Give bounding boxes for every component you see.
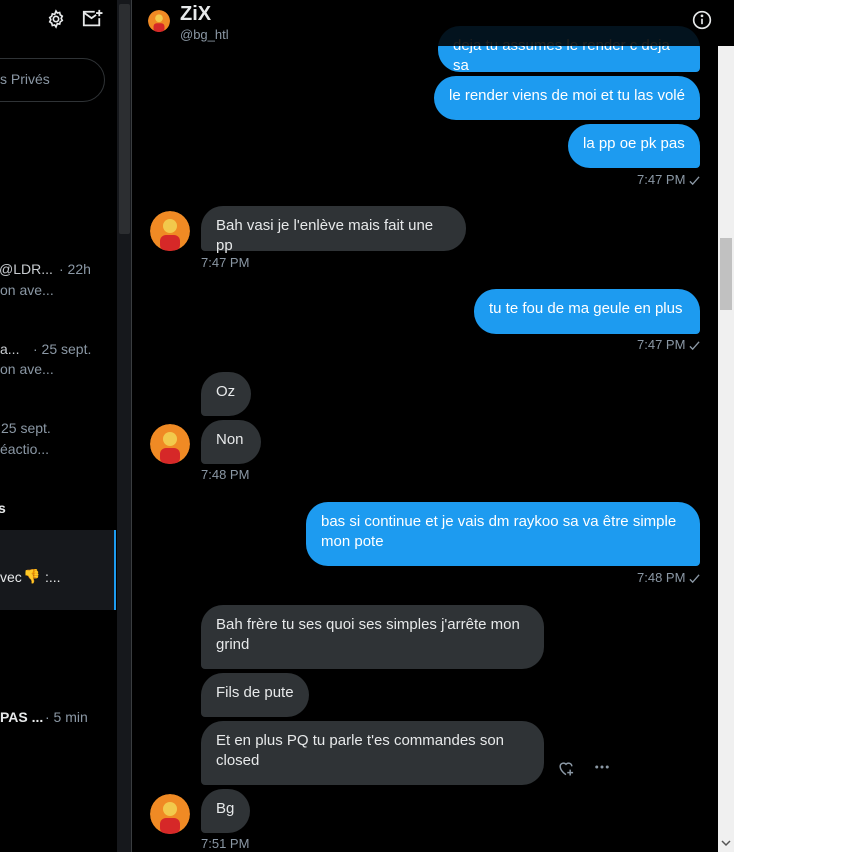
list-item-time: · 22h — [59, 261, 91, 277]
message-timestamp: 7:51 PM — [201, 836, 250, 851]
message-text: le render viens de moi et tu las volé — [449, 87, 685, 104]
check-icon — [689, 176, 701, 186]
check-icon — [689, 341, 701, 351]
list-item-preview-name[interactable]: PAS ... — [0, 708, 43, 726]
scroll-down-arrow-icon[interactable] — [719, 836, 733, 850]
list-item-snippet[interactable]: on ave... — [0, 360, 54, 378]
list-item-snippet[interactable]: on ave... — [0, 281, 54, 299]
sent-message-bubble[interactable]: la pp oe pk pas — [568, 124, 700, 168]
avatar[interactable] — [150, 794, 190, 834]
received-message-bubble[interactable]: Bg — [201, 789, 250, 833]
message-text: la pp oe pk pas — [583, 135, 685, 152]
list-item-time: · 25 sept. — [33, 341, 92, 357]
message-timestamp: 7:48 PM — [201, 467, 250, 482]
like-add-icon[interactable] — [556, 758, 576, 778]
conversation-scrollbar-thumb[interactable] — [720, 238, 732, 310]
list-item-preview-name[interactable]: a... — [0, 340, 19, 358]
header-extension — [718, 0, 734, 46]
left-scrollbar-thumb[interactable] — [119, 4, 130, 234]
conversation-panel: ZiX @bg_htl deja tu assumes le render c … — [132, 0, 718, 852]
message-text: Bah frère tu ses quoi ses simples j'arrê… — [216, 616, 520, 653]
selected-snippet: vec — [0, 569, 22, 585]
received-message-bubble[interactable]: Bah vasi je l'enlève mais fait une pp — [201, 206, 466, 254]
message-timestamp: 7:48 PM — [637, 570, 701, 585]
message-text: Oz — [216, 383, 236, 400]
message-text: Bah vasi je l'enlève mais fait une pp — [216, 217, 434, 254]
message-text: Non — [216, 431, 244, 448]
sent-message-bubble[interactable]: tu te fou de ma geule en plus — [474, 289, 700, 334]
avatar[interactable] — [150, 211, 190, 251]
conversation-list-panel: s Privés @LDR... · 22h on ave... a... · … — [0, 0, 117, 852]
more-icon[interactable] — [593, 758, 611, 776]
gear-icon[interactable] — [46, 9, 66, 29]
check-icon — [689, 574, 701, 584]
sent-message-bubble[interactable]: le render viens de moi et tu las volé — [434, 76, 700, 120]
avatar[interactable] — [150, 424, 190, 464]
message-timestamp: 7:47 PM — [637, 337, 701, 352]
message-timestamp: 7:47 PM — [201, 255, 250, 270]
message-text: bas si continue et je vais dm raykoo sa … — [321, 513, 677, 550]
received-message-bubble[interactable]: Et en plus PQ tu parle t'es commandes so… — [201, 721, 544, 785]
message-text: tu te fou de ma geule en plus — [489, 300, 683, 317]
info-icon[interactable] — [692, 10, 712, 30]
list-item-preview-name[interactable]: @LDR... — [0, 260, 53, 278]
conversation-header: ZiX @bg_htl — [132, 0, 718, 46]
selected-indicator — [114, 530, 116, 610]
search-placeholder: s Privés — [0, 71, 50, 87]
list-item-snippet[interactable]: éactio... — [0, 440, 49, 458]
message-text: Et en plus PQ tu parle t'es commandes so… — [216, 732, 505, 769]
list-item-time: 25 sept. — [1, 420, 51, 436]
new-message-icon[interactable] — [81, 9, 103, 29]
selected-snippet-suffix: :... — [45, 569, 61, 585]
contact-handle: @bg_htl — [180, 27, 229, 42]
section-fragment: s — [0, 500, 6, 516]
message-text: Bg — [216, 800, 235, 817]
received-message-bubble[interactable]: Bah frère tu ses quoi ses simples j'arrê… — [201, 605, 544, 669]
page-background — [734, 0, 852, 852]
sent-message-bubble[interactable]: bas si continue et je vais dm raykoo sa … — [306, 502, 700, 566]
conversation-scrollbar[interactable] — [718, 0, 734, 852]
message-text: Fils de pute — [216, 684, 294, 701]
received-message-bubble[interactable]: Fils de pute — [201, 673, 309, 717]
message-timestamp: 7:47 PM — [637, 172, 701, 187]
list-item-time: · 5 min — [45, 709, 88, 725]
received-message-bubble[interactable]: Non — [201, 420, 261, 464]
contact-name[interactable]: ZiX — [180, 3, 211, 26]
received-message-bubble[interactable]: Oz — [201, 372, 251, 416]
thumbs-down-emoji: 👎 — [23, 568, 41, 584]
avatar[interactable] — [148, 10, 170, 32]
